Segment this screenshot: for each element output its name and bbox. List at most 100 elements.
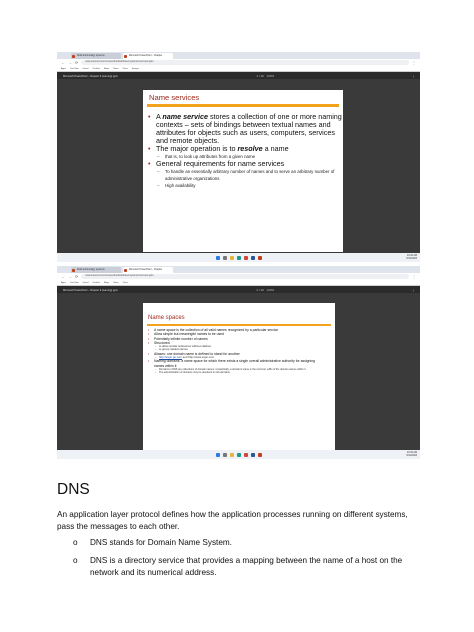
bookmark[interactable]: Maps xyxy=(104,282,109,284)
app-title: Microsoft PowerPoint - Chapter 9 (naming… xyxy=(63,74,118,78)
tab-label: Multi-terminology systems xyxy=(77,268,105,271)
url-field[interactable]: www.lectured.com/course/dns/distributed-… xyxy=(81,60,409,65)
slide-bullet: General requirements for name services xyxy=(147,159,343,169)
powerpoint-icon xyxy=(124,268,127,272)
windows-start-icon[interactable] xyxy=(215,452,220,457)
list-item-text: DNS stands for Domain Name System. xyxy=(90,538,232,547)
tray-date: 5/12/2023 xyxy=(406,257,417,261)
browser-tab[interactable]: Multi-terminology systems xyxy=(71,267,121,273)
browser-tab-active[interactable]: Microsoft PowerPoint - Chapter xyxy=(123,53,173,59)
bullet-marker: o xyxy=(73,556,78,565)
bookmark[interactable]: Apps xyxy=(61,68,66,70)
app-title: Microsoft PowerPoint - Chapter 9 (naming… xyxy=(63,288,118,292)
powerpoint-icon[interactable] xyxy=(257,452,262,457)
system-tray: 10:32 AM 5/12/2023 xyxy=(406,254,417,260)
page-counter[interactable]: 2 / 20 xyxy=(256,288,264,292)
bullet-text: General requirements for name services xyxy=(156,159,285,168)
bookmark[interactable]: News xyxy=(113,282,118,284)
bullet-text: To handle an essentially arbitrary numbe… xyxy=(165,169,335,181)
bookmark[interactable]: YouTube xyxy=(70,282,79,284)
browser-tab-strip: Multi-terminology systems Microsoft Powe… xyxy=(57,52,420,59)
slide-bullet: To handle an essentially arbitrary numbe… xyxy=(147,168,343,182)
word-icon[interactable] xyxy=(250,255,255,260)
menu-dots-icon[interactable]: ⋮ xyxy=(412,59,416,66)
bullet-text: High availability xyxy=(165,183,196,188)
page-counter[interactable]: 1 / 20 xyxy=(256,74,264,78)
favicon-icon xyxy=(72,54,75,58)
bullet-text: a name xyxy=(262,144,289,153)
bookmark[interactable]: YouTube xyxy=(70,68,79,70)
favicon-icon xyxy=(72,268,75,272)
powerpoint-icon xyxy=(124,54,127,58)
download-icon[interactable]: ⤓ xyxy=(413,75,414,78)
slide-title: Name services xyxy=(149,93,200,102)
bookmark[interactable]: News xyxy=(113,68,118,70)
document-bullet-list: o DNS stands for Domain Name System. o DNS… xyxy=(73,537,423,585)
taskbar: 10:34 AM 5/12/2023 xyxy=(57,450,420,459)
screenshot-1: Multi-terminology systems Microsoft Powe… xyxy=(57,52,420,262)
back-arrow-icon[interactable]: ← xyxy=(61,273,65,280)
slide-bullet-list: A name service stores a collection of on… xyxy=(147,113,343,190)
list-item: o DNS is a directory service that provide… xyxy=(73,555,423,579)
bullet-text: The major operation is to xyxy=(156,144,238,153)
tab-label: Microsoft PowerPoint - Chapter xyxy=(129,268,163,271)
slide-bullet: A name service stores a collection of on… xyxy=(147,113,343,145)
file-explorer-icon[interactable] xyxy=(229,452,234,457)
chrome-icon[interactable] xyxy=(243,452,248,457)
taskbar: 10:32 AM 5/12/2023 xyxy=(57,253,420,262)
tray-date: 5/12/2023 xyxy=(406,454,417,458)
tab-label: Microsoft PowerPoint - Chapter xyxy=(129,54,163,57)
list-item: o DNS stands for Domain Name System. xyxy=(73,537,423,549)
bookmark[interactable]: Gmail xyxy=(83,68,89,70)
bookmark[interactable]: Maps xyxy=(104,68,109,70)
slide-bullet: Naming domains: a name space for which t… xyxy=(146,359,326,368)
bookmark[interactable]: Drive xyxy=(123,282,128,284)
bookmark[interactable]: Apps xyxy=(61,282,66,284)
browser-tab-strip: Multi-terminology systems Microsoft Powe… xyxy=(57,266,420,273)
slide-title: Name spaces xyxy=(148,315,185,321)
title-rule xyxy=(147,104,339,107)
bookmark[interactable]: Images xyxy=(132,68,139,70)
powerpoint-icon[interactable] xyxy=(257,255,262,260)
zoom-level[interactable]: 100% xyxy=(266,288,274,292)
bullet-marker: o xyxy=(73,538,78,547)
bookmark[interactable]: Outlook xyxy=(92,282,100,284)
back-arrow-icon[interactable]: ← xyxy=(61,59,65,66)
zoom-level[interactable]: 100% xyxy=(266,74,274,78)
document-paragraph: An application layer protocol defines ho… xyxy=(57,510,408,531)
bullet-text: resolve xyxy=(237,144,263,153)
file-explorer-icon[interactable] xyxy=(229,255,234,260)
list-item-text: DNS is a directory service that provides… xyxy=(90,556,403,577)
slide-bullet: The administration of domains may be dev… xyxy=(146,371,326,374)
url-field[interactable]: www.lectured.com/course/dns/distributed-… xyxy=(81,274,409,279)
reload-icon[interactable]: ⟳ xyxy=(75,59,78,66)
slide: Name spaces A name space is the collecti… xyxy=(143,303,335,450)
slide-bullet-list: A name space is the collection of all va… xyxy=(146,328,326,374)
menu-dots-icon[interactable]: ⋮ xyxy=(412,273,416,280)
browser-tab-active[interactable]: Microsoft PowerPoint - Chapter xyxy=(123,267,173,273)
download-icon[interactable]: ⤓ xyxy=(413,289,414,292)
title-rule xyxy=(147,324,331,326)
slide-viewer: Name spaces A name space is the collecti… xyxy=(57,293,420,450)
bookmark[interactable]: Drive xyxy=(123,68,128,70)
system-tray: 10:34 AM 5/12/2023 xyxy=(406,451,417,457)
slide-bullet: The major operation is to resolve a name xyxy=(147,144,343,154)
edge-icon[interactable] xyxy=(236,452,241,457)
slide: Name services A name service stores a co… xyxy=(143,90,343,252)
reload-icon[interactable]: ⟳ xyxy=(75,273,78,280)
forward-arrow-icon[interactable]: → xyxy=(68,273,72,280)
windows-start-icon[interactable] xyxy=(215,255,220,260)
screenshot-2: Multi-terminology systems Microsoft Powe… xyxy=(57,266,420,459)
search-icon[interactable] xyxy=(222,452,227,457)
tab-label: Multi-terminology systems xyxy=(77,54,105,57)
word-icon[interactable] xyxy=(250,452,255,457)
chrome-icon[interactable] xyxy=(243,255,248,260)
bookmark[interactable]: Gmail xyxy=(83,282,89,284)
browser-tab[interactable]: Multi-terminology systems xyxy=(71,53,121,59)
address-bar-row: ← → ⟳ www.lectured.com/course/dns/distri… xyxy=(57,59,420,66)
slide-bullet: High availability xyxy=(147,182,343,189)
edge-icon[interactable] xyxy=(236,255,241,260)
bookmark[interactable]: Outlook xyxy=(92,68,100,70)
forward-arrow-icon[interactable]: → xyxy=(68,59,72,66)
search-icon[interactable] xyxy=(222,255,227,260)
